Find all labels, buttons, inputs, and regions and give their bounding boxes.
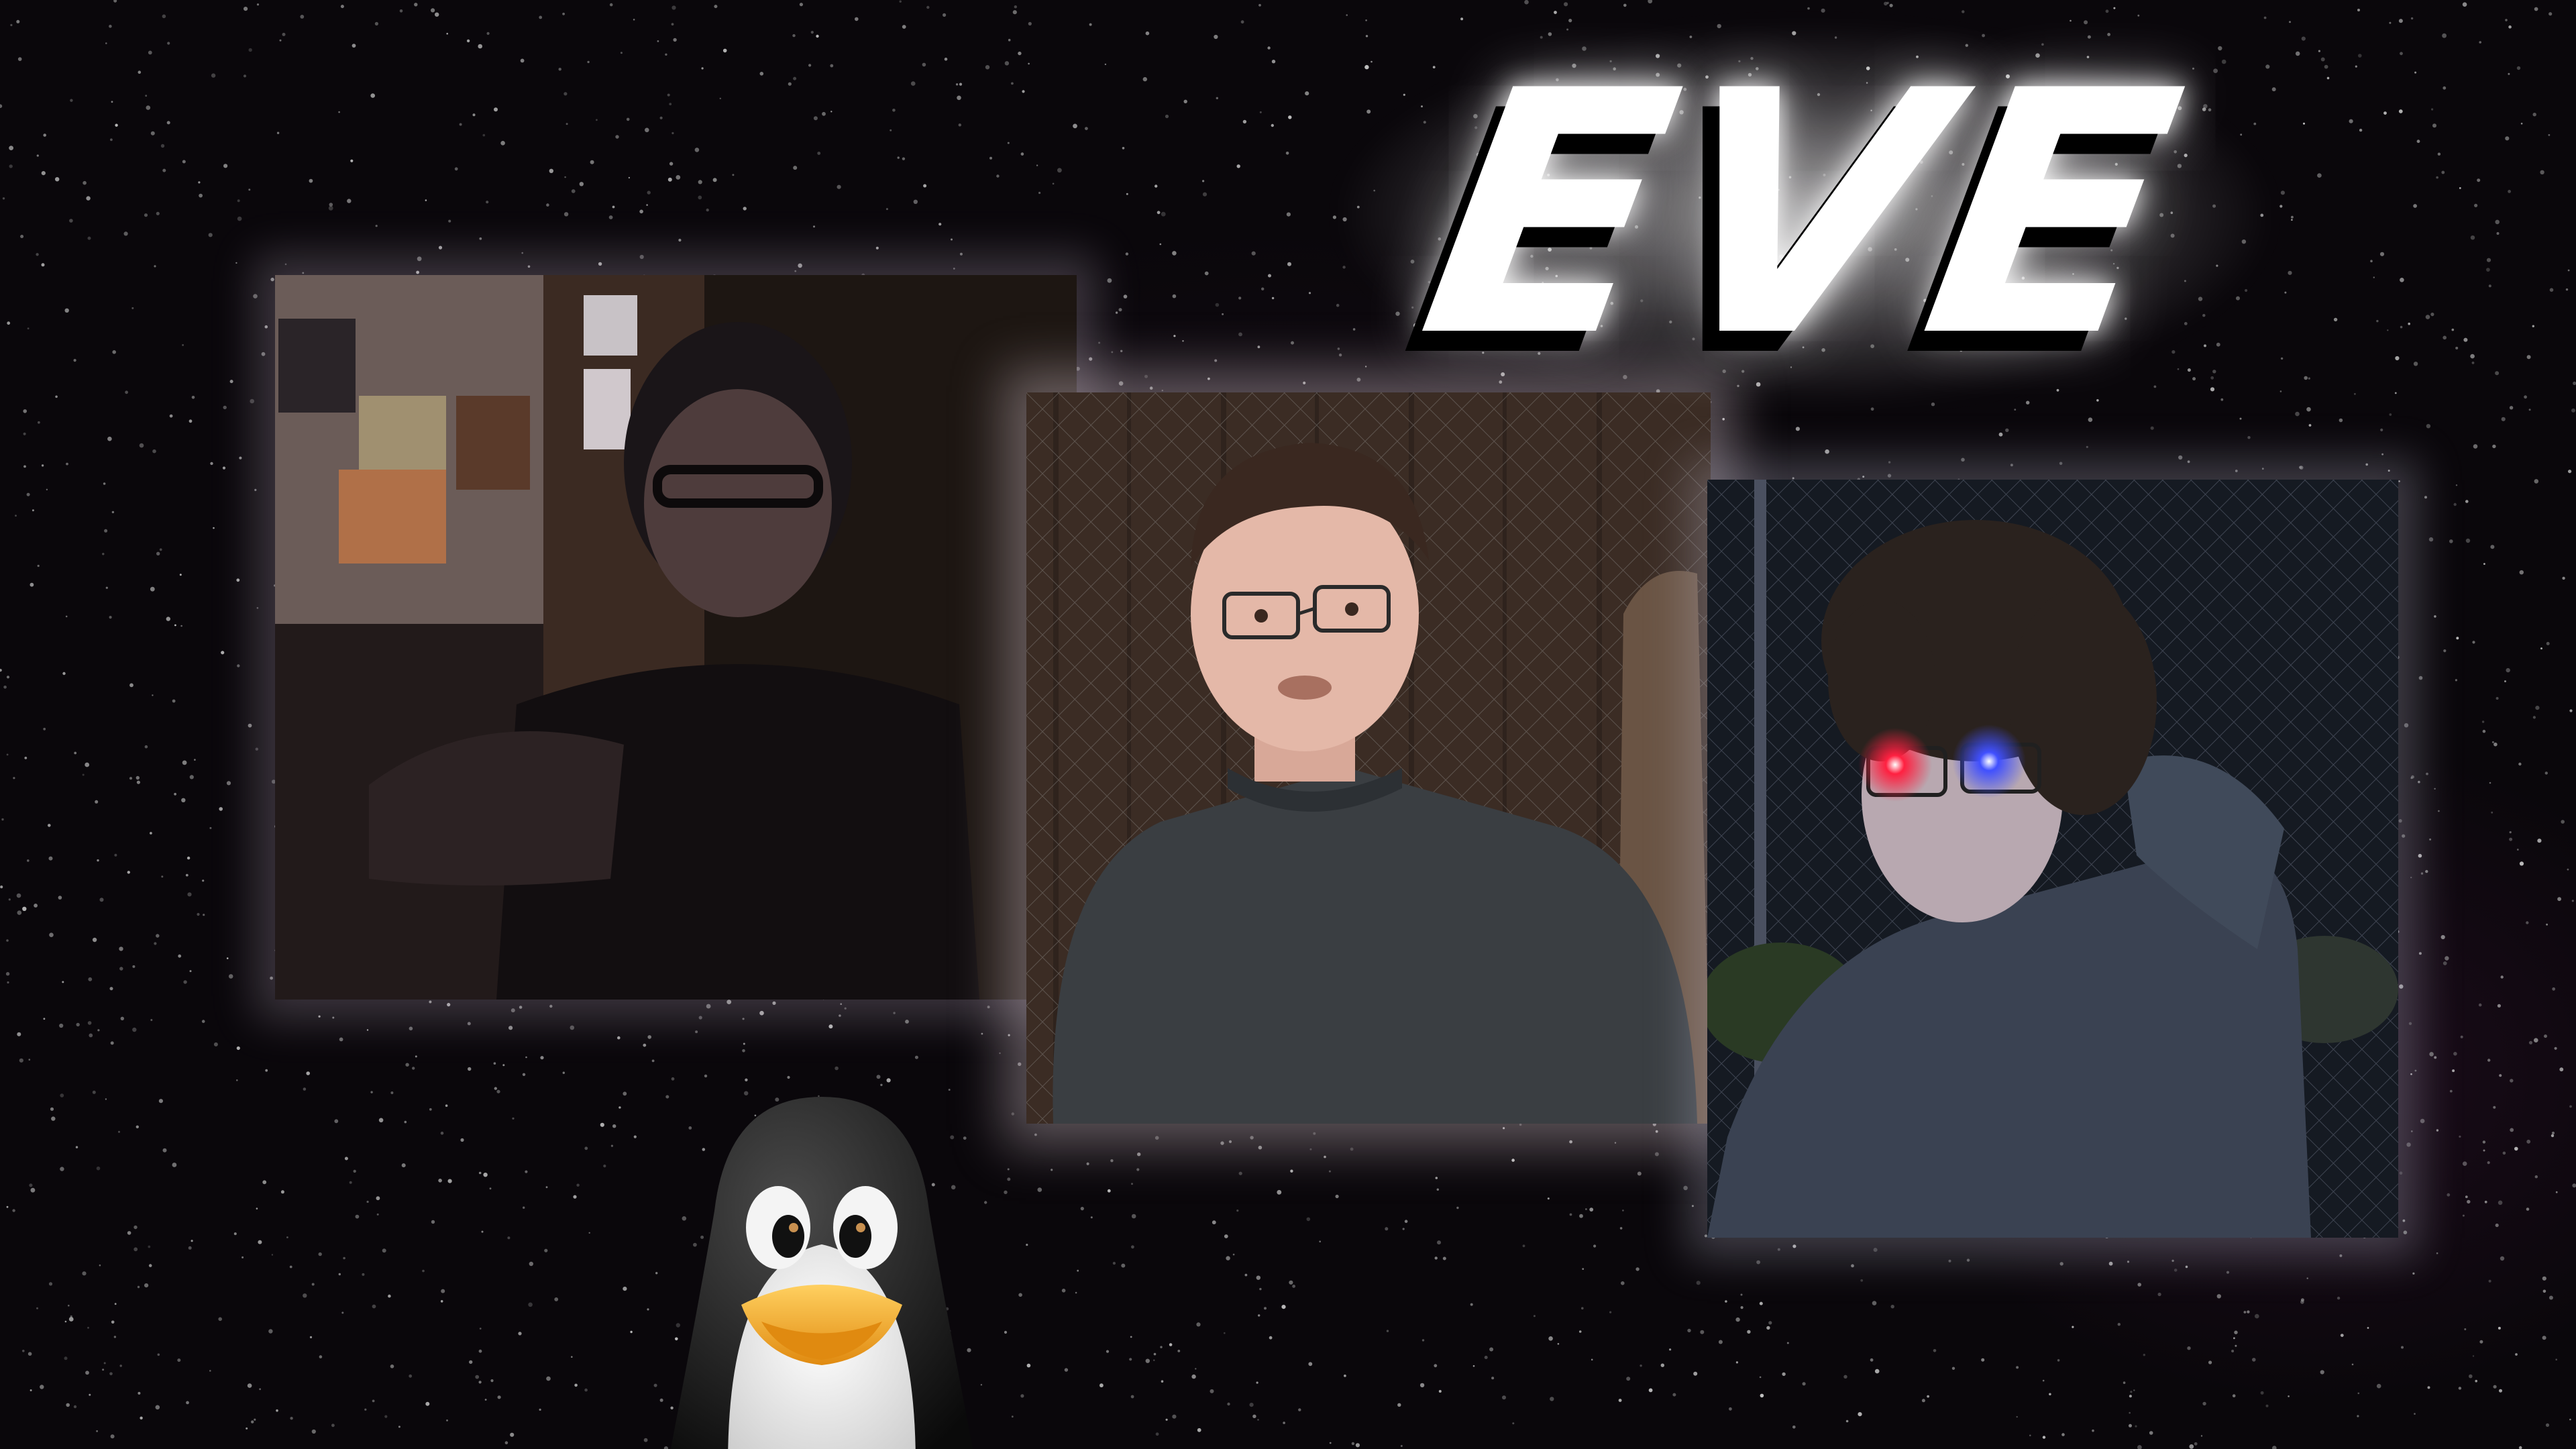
photo-person-hoodie-glowing-eyes [1707, 480, 2398, 1238]
tux-penguin-mascot [661, 1090, 983, 1449]
thumbnail-canvas: EVE [0, 0, 2576, 1449]
video-title: EVE [1401, 19, 2208, 410]
photo-person-webcam-dark-room [275, 275, 1077, 1000]
photo-person-grey-sweater-fence [1026, 392, 1711, 1124]
